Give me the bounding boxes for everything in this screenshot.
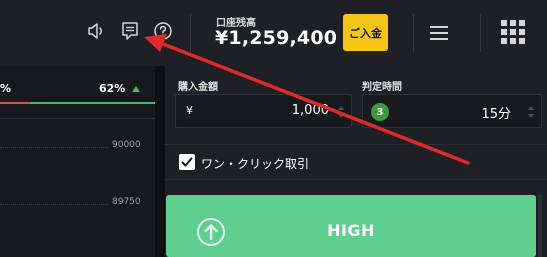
annotation-arrow — [144, 34, 470, 165]
